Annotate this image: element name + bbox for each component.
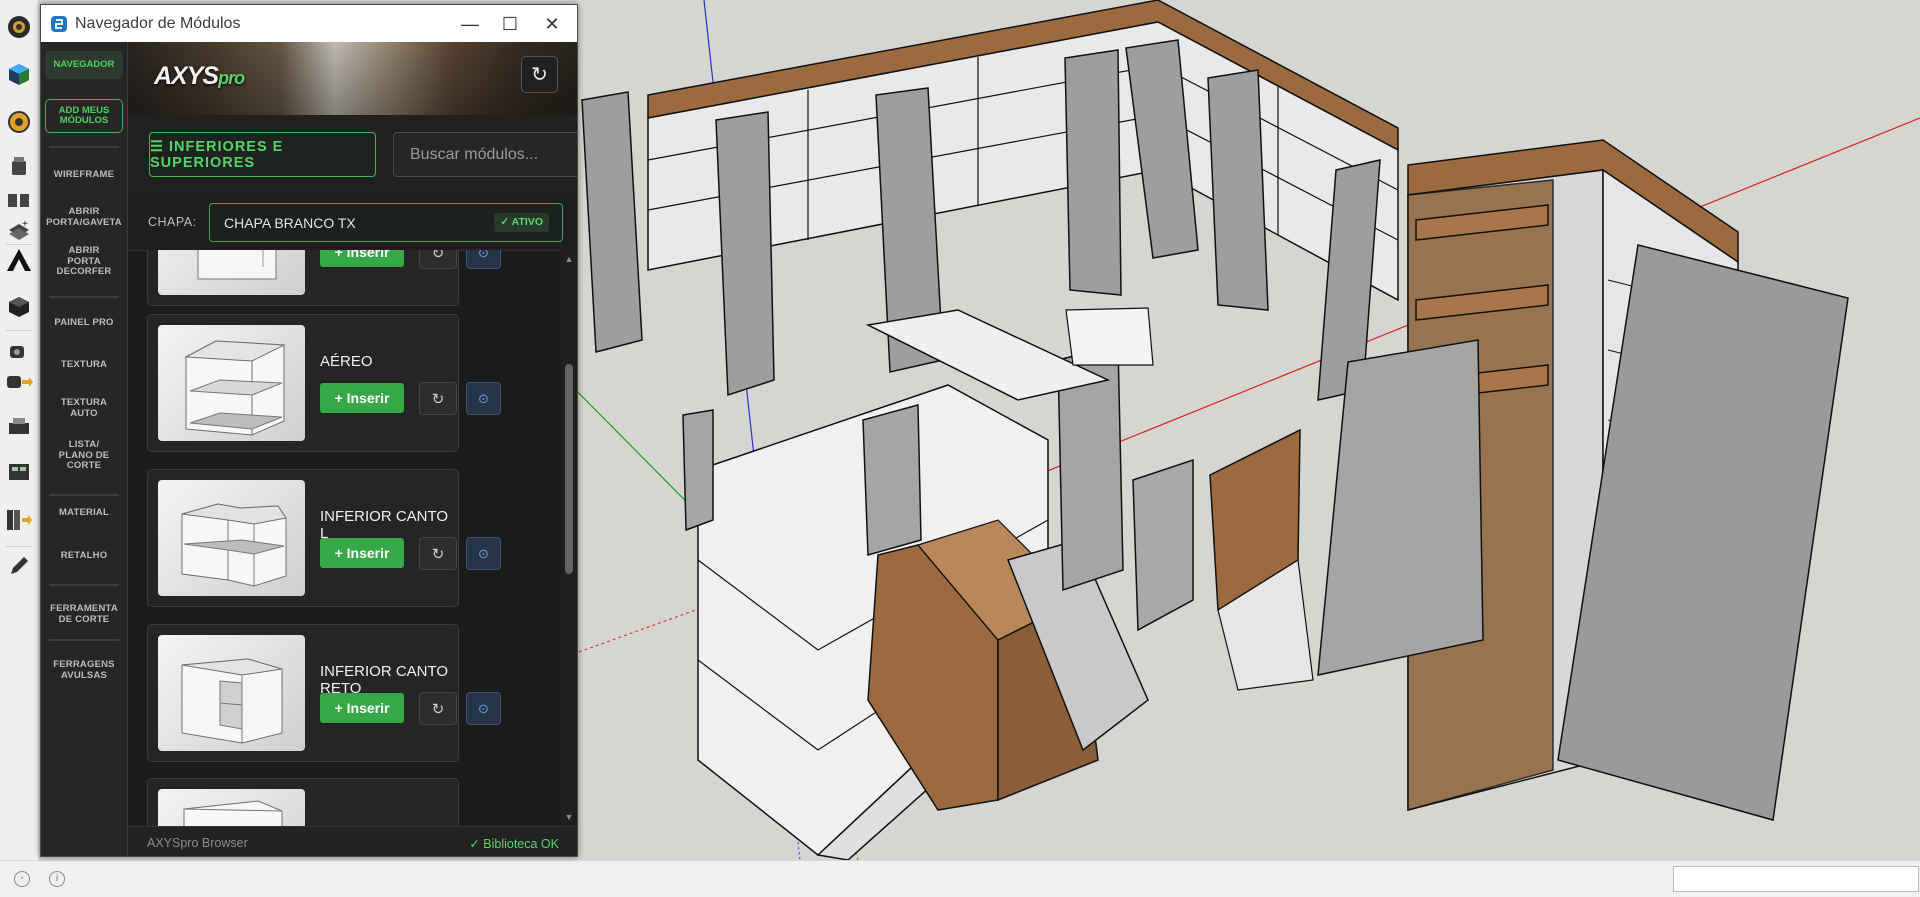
refresh-button[interactable]: ↻ (521, 56, 558, 93)
rotate-icon: ↻ (431, 250, 445, 262)
bucket-icon[interactable] (3, 150, 35, 182)
svg-text:+: + (22, 219, 28, 230)
gear-icon[interactable] (3, 106, 35, 138)
sketchup-logo-icon (51, 16, 67, 32)
rotate-button[interactable]: ↻ (419, 382, 457, 415)
sphere-icon[interactable] (3, 11, 35, 43)
module-name: AÉREO (320, 353, 373, 370)
window-title: Navegador de Módulos (75, 15, 241, 32)
module-card: INFERIOR CANTO RETO + Inserir ↻ ⊙ (147, 624, 501, 762)
nav-textura[interactable]: TEXTURA (41, 359, 127, 371)
scroll-thumb[interactable] (565, 364, 573, 574)
info-button[interactable]: ⊙ (466, 692, 501, 725)
tape-measure-icon[interactable] (3, 336, 35, 368)
module-thumbnail[interactable] (158, 250, 305, 295)
browser-footer: AXYSpro Browser ✓ Biblioteca OK (128, 826, 577, 856)
chapa-row: CHAPA: CHAPA BRANCO TX ✓ ATIVO (128, 195, 577, 251)
chapa-value: CHAPA BRANCO TX (224, 215, 356, 231)
geolocation-icon[interactable]: ◦ (14, 871, 30, 887)
chapa-status-badge: ✓ ATIVO (494, 213, 549, 232)
nav-wireframe[interactable]: WIREFRAME (41, 169, 127, 181)
filter-row: ☰ INFERIORES E SUPERIORES (128, 115, 577, 196)
pencil-icon[interactable] (3, 550, 35, 582)
module-list-scrollbar[interactable]: ▲ ▼ (561, 250, 577, 826)
info-icon: ⊙ (478, 390, 489, 406)
module-thumbnail[interactable] (158, 480, 305, 596)
insert-button[interactable]: + Inserir (320, 693, 404, 723)
category-selector-button[interactable]: ☰ INFERIORES E SUPERIORES (149, 132, 376, 177)
refresh-icon: ↻ (531, 64, 548, 86)
module-search-input[interactable] (393, 132, 577, 177)
rotate-icon: ↻ (431, 700, 445, 718)
nav-painel-pro[interactable]: PAINEL PRO (41, 317, 127, 329)
info-button[interactable]: ⊙ (466, 382, 501, 415)
panel-export-icon[interactable] (3, 504, 35, 536)
module-browser-window: Navegador de Módulos — ☐ ✕ NAVEGADOR ADD… (40, 4, 578, 857)
nav-retalho[interactable]: RETALHO (41, 550, 127, 562)
scroll-up-arrow-icon[interactable]: ▲ (564, 254, 574, 264)
info-icon: ⊙ (478, 545, 489, 561)
nav-add-line2: MÓDULOS (59, 115, 109, 126)
nav-navegador[interactable]: NAVEGADOR (45, 51, 123, 79)
library-status: ✓ Biblioteca OK (469, 837, 559, 851)
module-card: + Inserir ↻ ⊙ (147, 250, 501, 306)
insert-button[interactable]: + Inserir (320, 250, 404, 267)
printer-icon[interactable] (3, 411, 35, 443)
info-button[interactable]: ⊙ (466, 537, 501, 570)
module-thumbnail[interactable] (158, 789, 305, 826)
info-icon: ⊙ (478, 250, 489, 260)
header-banner: AXYSpro ↻ (128, 42, 577, 115)
minimize-button[interactable]: — (448, 9, 492, 39)
logo-accent: pro (218, 68, 245, 88)
window-titlebar[interactable]: Navegador de Módulos — ☐ ✕ (41, 5, 577, 42)
module-card: INFERIOR CANTO L + Inserir ↻ ⊙ (147, 469, 501, 607)
logo-main: AXYS (154, 62, 219, 90)
nav-open-door-decorfer[interactable]: ABRIR PORTA DECORFER (54, 245, 114, 278)
chapa-label: CHAPA: (148, 215, 197, 229)
side-navigation: NAVEGADOR ADD MEUS MÓDULOS WIREFRAME ABR… (41, 42, 128, 856)
measurements-box[interactable] (1673, 866, 1919, 892)
maximize-button[interactable]: ☐ (488, 9, 532, 39)
chapa-selector[interactable]: CHAPA BRANCO TX ✓ ATIVO (209, 203, 563, 242)
info-button[interactable]: ⊙ (466, 250, 501, 269)
cut-list-icon[interactable] (3, 456, 35, 488)
rotate-icon: ↻ (431, 545, 445, 563)
nav-add-my-modules[interactable]: ADD MEUS MÓDULOS (45, 99, 123, 133)
info-icon: ⊙ (478, 700, 489, 716)
3d-viewport[interactable] (578, 0, 1920, 860)
nav-textura-auto[interactable]: TEXTURA AUTO (54, 397, 114, 419)
buckets-icon[interactable] (3, 182, 35, 214)
module-thumbnail[interactable] (158, 635, 305, 751)
scroll-down-arrow-icon[interactable]: ▼ (564, 812, 574, 822)
module-thumbnail[interactable] (158, 325, 305, 441)
layers-icon[interactable]: + (3, 214, 35, 246)
rotate-button[interactable]: ↻ (419, 250, 457, 269)
insert-button[interactable]: + Inserir (320, 383, 404, 413)
rotate-icon: ↻ (431, 390, 445, 408)
rotate-button[interactable]: ↻ (419, 537, 457, 570)
rotate-button[interactable]: ↻ (419, 692, 457, 725)
close-button[interactable]: ✕ (530, 9, 574, 39)
credits-icon[interactable]: i (49, 871, 65, 887)
nav-cut-list[interactable]: LISTA/ PLANO DE CORTE (54, 439, 114, 472)
cube-icon[interactable] (3, 58, 35, 90)
status-bar: ◦ i (0, 860, 1920, 897)
axyspro-logo-icon[interactable] (3, 244, 35, 276)
nav-hardware[interactable]: FERRAGENS AVULSAS (49, 659, 119, 681)
nav-cutting-tool[interactable]: FERRAMENTA DE CORTE (46, 603, 122, 625)
module-list[interactable]: + Inserir ↻ ⊙ AÉREO + Inserir ↻ ⊙ INFERI… (128, 250, 577, 826)
axyspro-logo: AXYSpro (154, 62, 245, 91)
kitchen-model-render (578, 0, 1920, 860)
extensions-toolbar: + (0, 0, 39, 860)
box-icon[interactable] (3, 290, 35, 322)
tape-export-icon[interactable] (3, 366, 35, 398)
module-card (147, 778, 459, 826)
nav-open-door-drawer[interactable]: ABRIR PORTA/GAVETA (44, 206, 124, 228)
module-card: AÉREO + Inserir ↻ ⊙ (147, 314, 501, 452)
footer-app-name: AXYSpro Browser (147, 836, 248, 850)
nav-material[interactable]: MATERIAL (41, 507, 127, 519)
browser-content: AXYSpro ↻ ☰ INFERIORES E SUPERIORES CHAP… (128, 42, 577, 856)
insert-button[interactable]: + Inserir (320, 538, 404, 568)
